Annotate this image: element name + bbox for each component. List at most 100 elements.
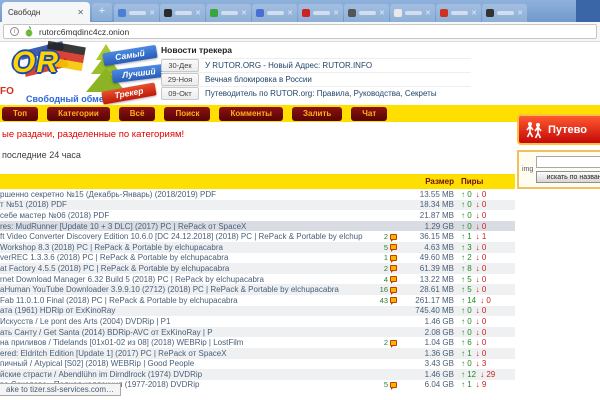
- torrent-link[interactable]: ать Санту / Get Santa (2014) BDRip-AVC о…: [0, 328, 363, 337]
- size-cell: 61.39 MB: [397, 264, 461, 273]
- nav-button-всё[interactable]: Всё: [119, 107, 156, 121]
- comments-cell: 16: [363, 285, 397, 294]
- news-link[interactable]: У RUTOR.ORG - Новый Адрес: RUTOR.INFO: [205, 61, 372, 70]
- tab-close-icon[interactable]: ✕: [287, 9, 293, 17]
- site-logo[interactable]: OR FO Свободный обмен Самый Лучший Треке…: [0, 44, 158, 106]
- leechers: ↓ 0: [476, 306, 487, 315]
- tab-favicon: [210, 9, 218, 17]
- leechers: ↓ 29: [480, 370, 495, 379]
- torrent-link[interactable]: res: MudRunner [Update 10 + 3 DLC] (2017…: [0, 222, 363, 231]
- logo-text: OR: [12, 46, 59, 80]
- torrent-link[interactable]: aHuman YouTube Downloader 3.9.9.10 (2712…: [0, 285, 363, 294]
- table-row: йские страсти / Abendlühn im Dirndlrock …: [0, 369, 515, 380]
- peers-cell: ↑ 1↓ 0: [461, 349, 515, 358]
- torrent-link[interactable]: ered: Eldritch Edition [Update 1] (2017)…: [0, 349, 363, 358]
- comments-cell: 2: [363, 338, 397, 347]
- tab-close-icon[interactable]: ✕: [379, 9, 385, 17]
- peers-cell: ↑ 0↓ 0: [461, 317, 515, 326]
- nav-button-категории[interactable]: Категории: [47, 107, 110, 121]
- tab-background[interactable]: ✕: [160, 4, 205, 22]
- tab-background[interactable]: ✕: [482, 4, 527, 22]
- news-link[interactable]: Путеводитель по RUTOR.org: Правила, Руко…: [205, 89, 437, 98]
- tab-close-icon[interactable]: ✕: [77, 8, 84, 17]
- news-link[interactable]: Вечная блокировка в России: [205, 75, 312, 84]
- site-info-icon[interactable]: i: [10, 27, 19, 36]
- torrent-link[interactable]: Fab 11.0.1.0 Final (2018) PC | RePack & …: [0, 296, 363, 305]
- peers-cell: ↑ 8↓ 0: [461, 264, 515, 273]
- tab-background[interactable]: ✕: [344, 4, 389, 22]
- tab-background[interactable]: ✕: [114, 4, 159, 22]
- search-input[interactable]: [536, 156, 600, 168]
- torrent-link[interactable]: Искусств / Le pont des Arts (2004) DVDRi…: [0, 317, 363, 326]
- comments-count: 5: [384, 380, 388, 389]
- torrent-link[interactable]: на приливов / Tidelands [01x01-02 из 08]…: [0, 338, 363, 347]
- seeders: ↑ 0: [461, 200, 472, 209]
- torrent-link[interactable]: ршенно секретно №15 (Декабрь-Январь) (20…: [0, 190, 363, 199]
- comments-count: 2: [384, 264, 388, 273]
- table-row: себе мастер №06 (2018) PDF21.87 MB↑ 0↓ 0: [0, 210, 515, 221]
- address-bar: i rutorc6mqdinc4cz.onion: [0, 22, 600, 42]
- torrent-link[interactable]: at Factory 4.5.5 (2018) PC | RePack & Po…: [0, 264, 363, 273]
- torrent-link[interactable]: пичный / Atypical [S02] (2018) WEBRip | …: [0, 359, 363, 368]
- seeders: ↑ 0: [461, 211, 472, 220]
- leechers: ↓ 0: [476, 222, 487, 231]
- tab-close-icon[interactable]: ✕: [149, 9, 155, 17]
- comment-icon: [390, 287, 397, 293]
- seeders: ↑ 12: [461, 370, 476, 379]
- tab-close-icon[interactable]: ✕: [425, 9, 431, 17]
- comment-icon: [390, 244, 397, 250]
- torrent-link[interactable]: т №51 (2018) PDF: [0, 200, 363, 209]
- tab-close-icon[interactable]: ✕: [241, 9, 247, 17]
- table-row: Fab 11.0.1.0 Final (2018) PC | RePack & …: [0, 295, 515, 306]
- table-row: rnet Download Manager 6.32 Build 5 (2018…: [0, 274, 515, 285]
- search-by-name-button[interactable]: искать по назван: [536, 171, 600, 183]
- tab-background[interactable]: ✕: [206, 4, 251, 22]
- tab-close-icon[interactable]: ✕: [333, 9, 339, 17]
- guide-banner[interactable]: Путево: [517, 114, 600, 145]
- leechers: ↓ 0: [476, 264, 487, 273]
- size-cell: 21.87 MB: [397, 211, 461, 220]
- status-bar: ake to tizer.ssl-services.com…: [0, 383, 121, 396]
- torrent-link[interactable]: Workshop 8.3 (2018) PC | RePack & Portab…: [0, 243, 363, 252]
- table-row: ered: Eldritch Edition [Update 1] (2017)…: [0, 348, 515, 359]
- tab-title: Свободн: [8, 8, 40, 17]
- seeders: ↑ 5: [461, 285, 472, 294]
- table-row: ft Video Converter Discovery Edition 10.…: [0, 231, 515, 242]
- leechers: ↓ 1: [476, 232, 487, 241]
- nav-button-поиск[interactable]: Поиск: [164, 107, 210, 121]
- logo-subtext: FO: [0, 86, 14, 97]
- comments-count: 1: [384, 253, 388, 262]
- torrent-link[interactable]: ft Video Converter Discovery Edition 10.…: [0, 232, 363, 241]
- size-cell: 36.15 MB: [397, 232, 461, 241]
- torrent-link[interactable]: йские страсти / Abendlühn im Dirndlrock …: [0, 370, 363, 379]
- comment-icon: [390, 265, 397, 271]
- tab-close-icon[interactable]: ✕: [517, 9, 523, 17]
- torrent-link[interactable]: verREC 1.3.3.6 (2018) PC | RePack & Port…: [0, 253, 363, 262]
- new-tab-button[interactable]: +: [92, 3, 112, 21]
- peers-cell: ↑ 1↓ 9: [461, 380, 515, 389]
- seeders: ↑ 2: [461, 253, 472, 262]
- torrent-link[interactable]: rnet Download Manager 6.32 Build 5 (2018…: [0, 275, 363, 284]
- tab-background[interactable]: ✕: [390, 4, 435, 22]
- torrent-link[interactable]: ата (1961) HDRip от ExKinoRay: [0, 306, 363, 315]
- tab-background[interactable]: ✕: [436, 4, 481, 22]
- tab-close-icon[interactable]: ✕: [471, 9, 477, 17]
- url-field[interactable]: i rutorc6mqdinc4cz.onion: [3, 24, 597, 39]
- nav-button-чат[interactable]: Чат: [351, 107, 387, 121]
- torrent-link[interactable]: себе мастер №06 (2018) PDF: [0, 211, 363, 220]
- main-nav: Топ Категории Всё Поиск Комменты Залить Чат: [0, 105, 600, 122]
- leechers: ↓ 0: [476, 275, 487, 284]
- tab-active[interactable]: Свободн ✕: [2, 2, 90, 22]
- news-item: 30-ДекУ RUTOR.ORG - Новый Адрес: RUTOR.I…: [161, 58, 471, 72]
- tab-background[interactable]: ✕: [252, 4, 297, 22]
- comments-count: 5: [384, 243, 388, 252]
- tab-background[interactable]: ✕: [298, 4, 343, 22]
- table-row: пичный / Atypical [S02] (2018) WEBRip | …: [0, 359, 515, 370]
- nav-button-топ[interactable]: Топ: [2, 107, 38, 121]
- table-row: aHuman YouTube Downloader 3.9.9.10 (2712…: [0, 284, 515, 295]
- tab-close-icon[interactable]: ✕: [195, 9, 201, 17]
- size-cell: 745.40 MB: [397, 306, 461, 315]
- nav-button-залить[interactable]: Залить: [292, 107, 342, 121]
- nav-button-комменты[interactable]: Комменты: [219, 107, 283, 121]
- comments-cell: 1: [363, 253, 397, 262]
